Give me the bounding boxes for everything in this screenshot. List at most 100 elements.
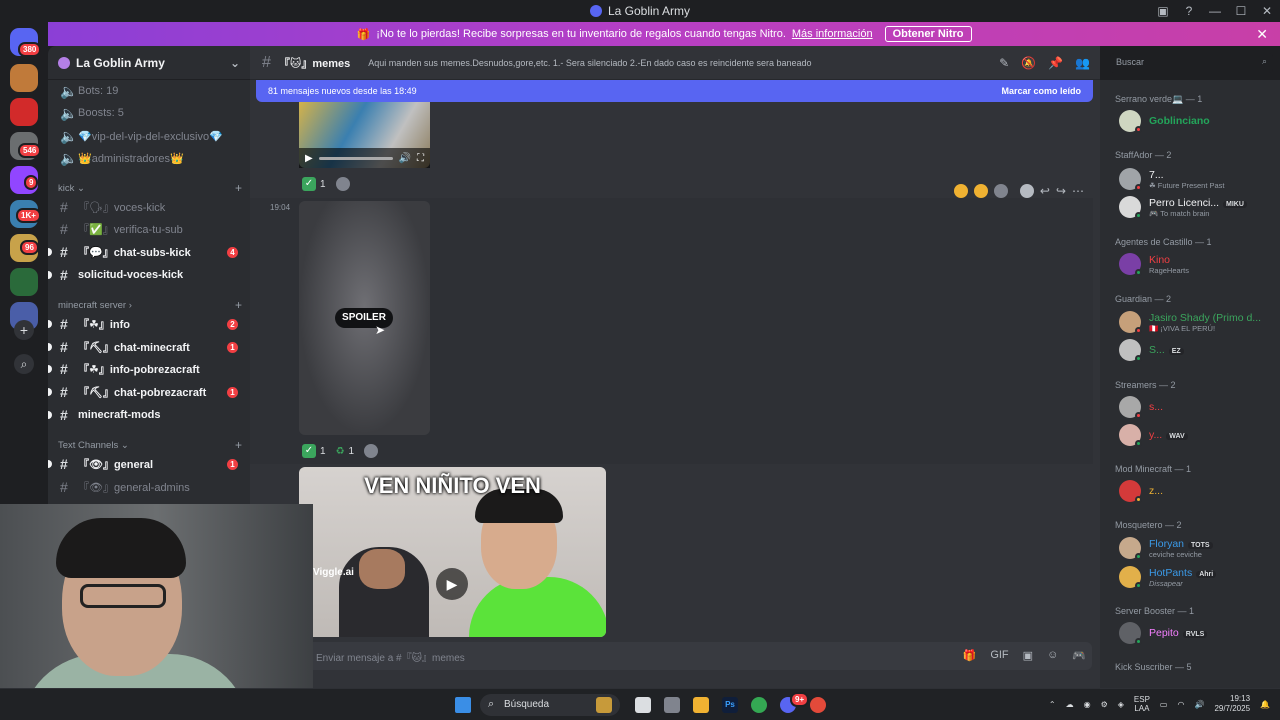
play-icon[interactable]: ▶ <box>305 153 313 164</box>
volume-icon[interactable]: 🔊 <box>399 153 411 164</box>
windows-start-icon[interactable] <box>455 697 471 713</box>
mute-icon[interactable]: 🔕 <box>1021 56 1036 70</box>
channel-chat-pobrezacraft[interactable]: # 『⛏』chat-pobrezacraft 1 <box>48 381 244 403</box>
emoji-icon[interactable] <box>973 184 988 198</box>
channel-topic[interactable]: Aqui manden sus memes.Desnudos,gore,etc.… <box>368 58 811 68</box>
channel-solicitud-voces-kick[interactable]: # solicitud-voces-kick <box>48 264 244 286</box>
settings-icon[interactable]: ⚙ <box>1101 700 1108 709</box>
gift-icon[interactable]: 🎁 <box>963 649 977 662</box>
photoshop-icon[interactable]: Ps <box>722 697 738 713</box>
fullscreen-icon[interactable]: ⛶ <box>417 153 424 164</box>
channel-chat-subs-kick[interactable]: # 『💬』chat-subs-kick 4 <box>48 241 244 263</box>
voice-channel-vip[interactable]: 🔈 💎vip-del-vip-del-exclusivo💎 <box>54 125 244 147</box>
get-nitro-button[interactable]: Obtener Nitro <box>884 26 972 42</box>
add-channel-icon[interactable]: + <box>235 438 242 452</box>
activities-icon[interactable]: 🎮 <box>1072 649 1086 662</box>
channel-info-pobrezacraft[interactable]: # 『☘』info-pobrezacraft <box>48 358 244 380</box>
play-icon[interactable]: ▶ <box>436 568 468 600</box>
emoji-icon[interactable]: ☺ <box>1047 649 1058 662</box>
reaction-check[interactable]: ✓ 1 <box>302 175 350 193</box>
hash-icon: # <box>60 339 68 355</box>
threads-icon[interactable]: ✎ <box>999 56 1009 70</box>
server-icon[interactable] <box>10 268 38 296</box>
display-icon[interactable]: ▭ <box>1160 700 1168 709</box>
add-server-icon[interactable]: + <box>14 320 34 340</box>
member-item[interactable]: z... <box>1119 477 1274 505</box>
member-item[interactable]: Pepito RVLS <box>1119 619 1274 647</box>
spoiler-attachment[interactable]: SPOILER ➤ <box>299 201 430 435</box>
reply-icon[interactable]: ↩ <box>1040 184 1050 198</box>
close-button[interactable]: ✕ <box>1254 4 1280 18</box>
video-progress[interactable] <box>318 156 393 160</box>
emoji-icon[interactable] <box>993 184 1008 198</box>
mark-as-read-button[interactable]: Marcar como leído <box>1001 86 1081 96</box>
voice-channel-admins[interactable]: 🔈 👑administradores👑 <box>54 147 244 169</box>
category-minecraft[interactable]: minecraft server › + <box>58 297 242 313</box>
taskbar-app-icon[interactable] <box>664 697 680 713</box>
category-text-channels[interactable]: Text Channels ⌄ + <box>58 437 242 453</box>
cloud-icon[interactable]: ☁ <box>1066 700 1074 709</box>
video-thumbnail[interactable]: VEN NIÑITO VEN Viggle.ai ▶ <box>299 467 606 637</box>
channel-chat-minecraft[interactable]: # 『⛏』chat-minecraft 1 <box>48 336 244 358</box>
channel-minecraft-mods[interactable]: # minecraft-mods <box>48 404 244 426</box>
add-reaction-icon[interactable] <box>364 444 379 458</box>
wifi-icon[interactable]: ◠ <box>1177 700 1184 709</box>
chevron-up-icon[interactable]: ⌃ <box>1049 700 1056 709</box>
sticker-icon[interactable]: ▣ <box>1023 649 1033 662</box>
language-indicator[interactable]: ESP LAA <box>1134 695 1150 713</box>
new-messages-bar[interactable]: 81 mensajes nuevos desde las 18:49 Marca… <box>256 80 1093 102</box>
emoji-icon[interactable] <box>953 184 968 198</box>
member-item[interactable]: y... WAV <box>1119 421 1274 449</box>
help-icon[interactable]: ? <box>1176 4 1202 18</box>
search-input[interactable]: Buscar ⌕ <box>1110 53 1273 73</box>
explore-icon[interactable]: ⌕ <box>14 354 34 374</box>
server-icon[interactable] <box>10 98 38 126</box>
nitro-info-link[interactable]: Más información <box>792 28 873 40</box>
member-item[interactable]: Kino RageHearts <box>1119 250 1274 278</box>
member-item[interactable]: Perro Licenci... MIKU 🎮 To match brain <box>1119 193 1274 221</box>
notification-icon[interactable]: 🔔 <box>1260 700 1270 709</box>
member-item[interactable]: S... EZ <box>1119 336 1274 364</box>
member-item[interactable]: 7... ☘ Future Present Past <box>1119 165 1274 193</box>
minimize-button[interactable]: — <box>1202 4 1228 18</box>
channel-general[interactable]: # 『👁』general 1 <box>48 453 244 475</box>
add-reaction-icon[interactable] <box>335 177 350 191</box>
taskbar-app-icon[interactable] <box>810 697 826 713</box>
channel-voces-kick[interactable]: # 『🗣』voces-kick <box>54 196 244 218</box>
add-channel-icon[interactable]: + <box>235 298 242 312</box>
inbox-icon[interactable]: ▣ <box>1150 4 1176 18</box>
message-list[interactable]: ▶ 🔊 ⛶ ✓ 1 19:04 ↩ ↪ ⋯ SPOILER ➤ ✓ 1 ♻ 1 … <box>250 80 1100 640</box>
member-item[interactable]: Goblinciano <box>1119 107 1274 135</box>
clock[interactable]: 19:13 29/7/2025 <box>1214 694 1250 714</box>
member-item[interactable]: Floryan TOTS ceviche ceviche <box>1119 534 1274 562</box>
gif-icon[interactable]: GIF <box>990 649 1008 662</box>
chrome-icon[interactable] <box>751 697 767 713</box>
server-icon[interactable] <box>10 64 38 92</box>
more-icon[interactable]: ⋯ <box>1072 184 1084 198</box>
close-banner-icon[interactable]: ✕ <box>1256 26 1268 43</box>
network-app-icon[interactable]: ◉ <box>1084 700 1091 709</box>
volume-icon[interactable]: 🔊 <box>1194 700 1204 709</box>
taskbar-app-icon[interactable] <box>596 697 612 713</box>
server-header[interactable]: La Goblin Army ⌄ <box>48 46 250 80</box>
channel-verifica-tu-sub[interactable]: # 『✅』verifica-tu-sub <box>54 218 244 240</box>
member-item[interactable]: s... <box>1119 393 1274 421</box>
category-kick[interactable]: kick ⌄ + <box>58 180 242 196</box>
chevron-down-icon[interactable]: ⌄ <box>230 56 240 70</box>
member-item[interactable]: HotPants Ahri Dissapear <box>1119 563 1274 591</box>
file-explorer-icon[interactable] <box>693 697 709 713</box>
member-item[interactable]: Jasiro Shady (Primo d... 🇵🇪 ¡VIVA EL PERÚ… <box>1119 308 1274 336</box>
pin-icon[interactable]: 📌 <box>1048 56 1063 70</box>
add-channel-icon[interactable]: + <box>235 181 242 195</box>
maximize-button[interactable]: ☐ <box>1228 4 1254 18</box>
voice-channel-bots[interactable]: 🔈 Bots: 19 <box>54 80 244 102</box>
task-view-icon[interactable] <box>635 697 651 713</box>
forward-icon[interactable]: ↪ <box>1056 184 1066 198</box>
add-reaction-icon[interactable] <box>1019 184 1034 198</box>
reaction-row[interactable]: ✓ 1 ♻ 1 <box>302 442 379 460</box>
channel-general-admins[interactable]: # 『👁』general-admins <box>54 476 244 498</box>
member-list-icon[interactable]: 👥 <box>1075 56 1090 70</box>
channel-info[interactable]: # 『☘』info 2 <box>48 313 244 335</box>
shield-icon[interactable]: ◈ <box>1118 700 1124 709</box>
voice-channel-boosts[interactable]: 🔈 Boosts: 5 <box>54 102 244 124</box>
